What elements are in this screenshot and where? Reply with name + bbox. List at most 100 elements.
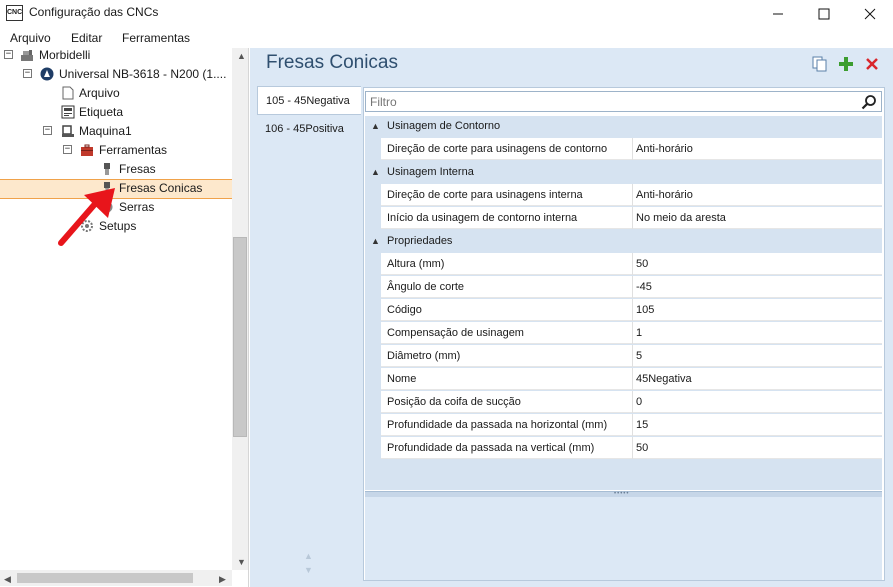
tree-item-label: Morbidelli: [39, 48, 91, 62]
collapse-arrow-icon[interactable]: ▲: [371, 121, 380, 131]
maximize-icon: [818, 8, 830, 19]
collapse-arrow-icon[interactable]: ▲: [371, 167, 380, 177]
category-label: Usinagem Interna: [387, 166, 474, 178]
tree-item-maquina1[interactable]: − Maquina1: [0, 122, 232, 141]
property-name: Profundidade da passada na horizontal (m…: [387, 419, 608, 431]
property-name: Início da usinagem de contorno interna: [387, 212, 578, 224]
tool-list: [255, 85, 361, 582]
tree-item-label: Ferramentas: [99, 143, 168, 157]
property-name: Compensação de usinagem: [387, 327, 524, 339]
column-divider: [632, 253, 633, 275]
collapse-icon[interactable]: −: [23, 69, 32, 78]
scroll-left-icon[interactable]: ◀: [4, 574, 11, 585]
property-name: Posição da coifa de sucção: [387, 396, 521, 408]
tree-item-label: Etiqueta: [79, 105, 124, 119]
property-value[interactable]: 5: [636, 350, 642, 362]
property-name: Ângulo de corte: [387, 281, 465, 293]
tree-item-label: Fresas Conicas: [119, 181, 203, 195]
tree-item-arquivo[interactable]: Arquivo: [0, 84, 232, 103]
collapse-icon[interactable]: −: [43, 126, 52, 135]
tree-item-ferramentas[interactable]: − Ferramentas: [0, 141, 232, 160]
column-divider: [632, 368, 633, 390]
list-scroll-up-icon[interactable]: ▲: [304, 551, 313, 561]
category-label: Usinagem de Contorno: [387, 120, 501, 132]
list-scroll-down-icon[interactable]: ▼: [304, 565, 313, 575]
delete-icon[interactable]: [864, 56, 880, 72]
column-divider: [632, 299, 633, 321]
add-icon[interactable]: [838, 56, 854, 72]
tree-item-label: Maquina1: [79, 124, 132, 138]
column-divider: [632, 184, 633, 206]
property-value[interactable]: Anti-horário: [636, 143, 693, 155]
column-divider: [632, 437, 633, 459]
page-title: Fresas Conicas: [266, 52, 398, 73]
column-divider: [632, 414, 633, 436]
maximize-button[interactable]: [801, 0, 847, 27]
property-name: Diâmetro (mm): [387, 350, 461, 362]
property-name: Código: [387, 304, 422, 316]
annotation-arrow: [58, 188, 115, 246]
collapse-icon[interactable]: −: [63, 145, 72, 154]
title-bar: CNC Configuração das CNCs: [0, 0, 893, 27]
cnc-logo-icon: [40, 67, 54, 81]
property-value[interactable]: 105: [636, 304, 654, 316]
property-name: Direção de corte para usinagens interna: [387, 189, 583, 201]
tree-item-label: Fresas: [119, 162, 156, 176]
property-name: Altura (mm): [387, 258, 445, 270]
tree-item-label: Universal NB-3618 - N200 (1....: [59, 67, 227, 81]
scroll-up-icon[interactable]: ▲: [237, 51, 246, 61]
column-divider: [632, 207, 633, 229]
property-value[interactable]: 45Negativa: [636, 373, 692, 385]
property-value[interactable]: -45: [636, 281, 652, 293]
copy-icon[interactable]: [812, 56, 828, 72]
menu-editar[interactable]: Editar: [71, 31, 102, 45]
property-value[interactable]: Anti-horário: [636, 189, 693, 201]
filter-input[interactable]: [365, 91, 882, 112]
minimize-button[interactable]: [755, 0, 801, 27]
collapse-arrow-icon[interactable]: ▲: [371, 236, 380, 246]
search-icon[interactable]: [861, 94, 877, 110]
description-area: [365, 497, 882, 580]
property-name: Profundidade da passada na vertical (mm): [387, 442, 595, 454]
menu-ferramentas[interactable]: Ferramentas: [122, 31, 190, 45]
app-icon: CNC: [6, 5, 23, 21]
property-value[interactable]: 1: [636, 327, 642, 339]
tree-hscroll-thumb[interactable]: [17, 573, 193, 583]
tool-list-item[interactable]: 106 - 45Positiva: [257, 115, 361, 144]
menu-arquivo[interactable]: Arquivo: [10, 31, 51, 45]
category-label: Propriedades: [387, 235, 453, 247]
property-value[interactable]: No meio da aresta: [636, 212, 726, 224]
menu-bar: Arquivo Editar Ferramentas: [0, 28, 893, 48]
tree-item-morbidelli[interactable]: − Morbidelli: [0, 46, 232, 65]
file-icon: [62, 86, 74, 100]
minimize-icon: [773, 13, 783, 14]
tree-item-etiqueta[interactable]: Etiqueta: [0, 103, 232, 122]
mill-icon: [104, 163, 110, 175]
tool-list-item[interactable]: 105 - 45Negativa: [257, 86, 361, 115]
tree-item-fresas[interactable]: Fresas: [0, 160, 232, 179]
collapse-icon[interactable]: −: [4, 50, 13, 59]
machine-icon: [62, 125, 74, 137]
column-divider: [632, 322, 633, 344]
property-name: Nome: [387, 373, 417, 385]
label-icon: [61, 105, 75, 119]
column-divider: [632, 345, 633, 367]
close-button[interactable]: [847, 0, 893, 27]
window-title: Configuração das CNCs: [29, 5, 159, 19]
close-icon: [864, 8, 876, 19]
property-value[interactable]: 50: [636, 442, 648, 454]
toolbox-icon: [81, 144, 93, 156]
tree-scroll-thumb[interactable]: [233, 237, 247, 437]
machine-icon: [21, 50, 33, 61]
property-value[interactable]: 15: [636, 419, 648, 431]
column-divider: [632, 391, 633, 413]
column-divider: [632, 276, 633, 298]
column-divider: [632, 138, 633, 160]
scroll-down-icon[interactable]: ▼: [237, 557, 246, 567]
scroll-right-icon[interactable]: ▶: [219, 574, 226, 585]
tree-item-universal[interactable]: − Universal NB-3618 - N200 (1....: [0, 65, 232, 84]
property-value[interactable]: 0: [636, 396, 642, 408]
tree-item-label: Arquivo: [79, 86, 120, 100]
property-name: Direção de corte para usinagens de conto…: [387, 143, 608, 155]
property-value[interactable]: 50: [636, 258, 648, 270]
